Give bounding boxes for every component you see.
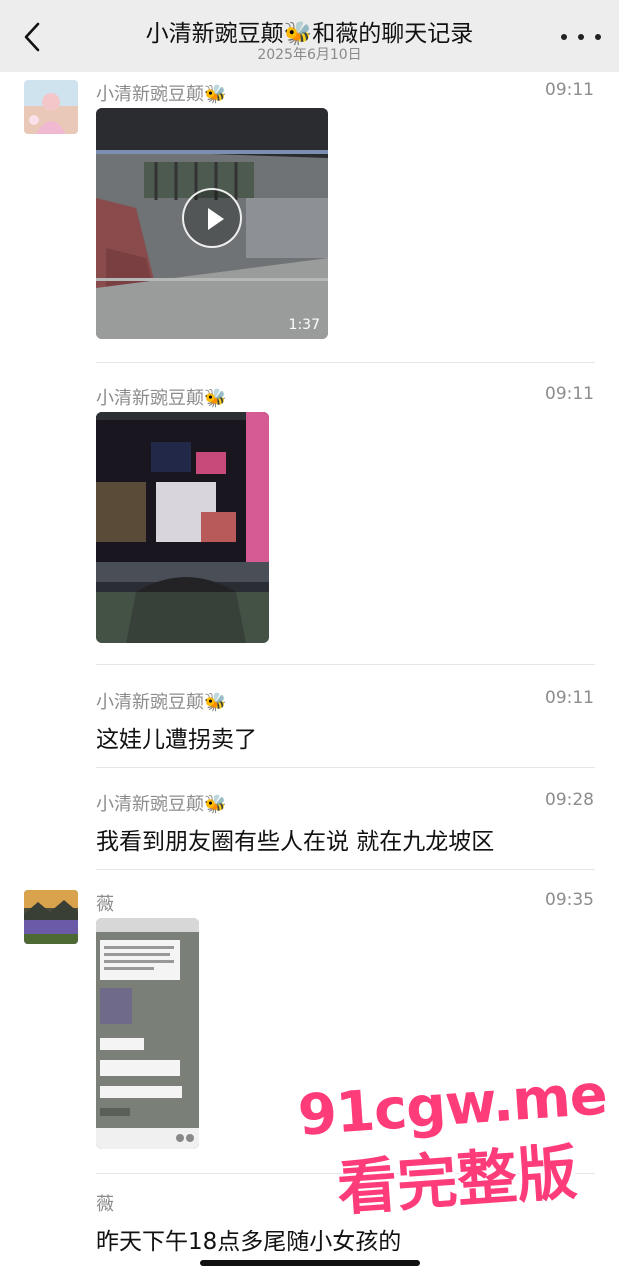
video-duration: 1:37 [288, 317, 320, 333]
divider [96, 869, 595, 870]
chat-title: 小清新豌豆颠🐝和薇的聊天记录 [145, 21, 474, 47]
message-text: 我看到朋友圈有些人在说 就在九龙坡区 [96, 829, 495, 855]
avatar[interactable] [24, 80, 78, 134]
message-time: 09:11 [545, 384, 594, 404]
message-item: 小清新豌豆颠🐝 09:11 这娃儿遭拐卖了 [0, 682, 619, 772]
chat-date: 2025年6月10日 [257, 47, 362, 63]
divider [96, 664, 595, 665]
sender-name: 薇 [96, 1194, 114, 1215]
message-time: 09:35 [545, 890, 594, 910]
message-item: 小清新豌豆颠🐝 09:11 1:37 [0, 74, 619, 364]
sender-name: 小清新豌豆颠🐝 [96, 794, 227, 815]
divider [96, 767, 595, 768]
divider [96, 362, 595, 363]
sender-name: 小清新豌豆颠🐝 [96, 388, 227, 409]
message-text: 昨天下午18点多尾随小女孩的 [96, 1229, 402, 1255]
image-thumbnail[interactable] [96, 412, 269, 643]
avatar[interactable] [24, 890, 78, 944]
video-thumbnail[interactable]: 1:37 [96, 108, 328, 339]
home-indicator[interactable] [200, 1260, 420, 1266]
more-dot-icon [595, 34, 601, 40]
chat-header: 小清新豌豆颠🐝和薇的聊天记录 2025年6月10日 [0, 0, 619, 72]
message-time: 09:28 [545, 790, 594, 810]
message-item: 小清新豌豆颠🐝 09:28 我看到朋友圈有些人在说 就在九龙坡区 [0, 784, 619, 874]
sender-name: 小清新豌豆颠🐝 [96, 84, 227, 105]
message-item: 小清新豌豆颠🐝 09:11 [0, 378, 619, 668]
message-text: 这娃儿遭拐卖了 [96, 727, 257, 753]
more-dot-icon [561, 34, 567, 40]
sender-name: 小清新豌豆颠🐝 [96, 692, 227, 713]
watermark: 91cgw.me 看完整版 [296, 1062, 619, 1230]
sender-name: 薇 [96, 894, 114, 915]
message-time: 09:11 [545, 688, 594, 708]
more-dot-icon [578, 34, 584, 40]
more-options-button[interactable] [561, 26, 601, 48]
message-time: 09:11 [545, 80, 594, 100]
play-icon[interactable] [182, 187, 242, 248]
image-thumbnail[interactable] [96, 918, 199, 1149]
